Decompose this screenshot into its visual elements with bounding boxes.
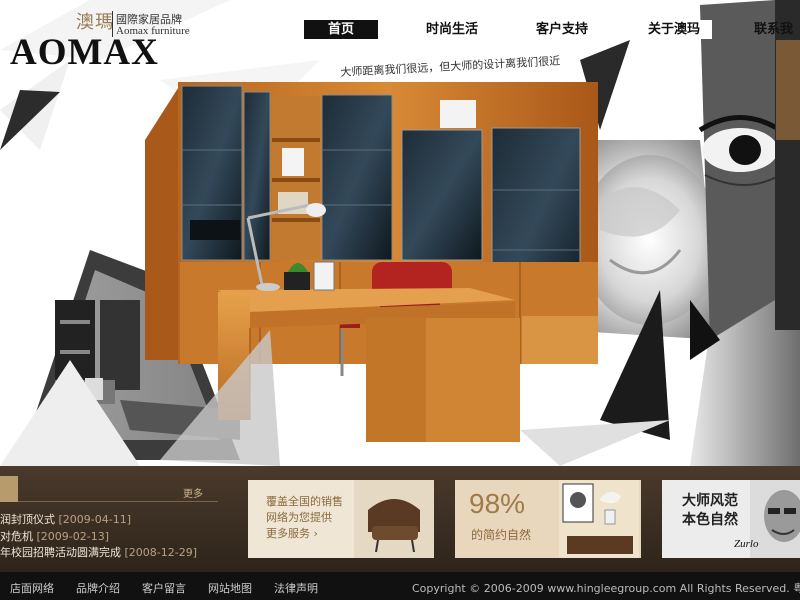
nav-item-label: 首页: [327, 22, 354, 37]
hero-banner: 澳瑪 國際家居品牌 Aomax furniture AOMAX 首页 时尚生活 …: [0, 0, 800, 466]
brand-logo[interactable]: 澳瑪 國際家居品牌 Aomax furniture AOMAX: [10, 8, 195, 73]
promo-service-more: 更多服务: [266, 527, 310, 540]
decor-image: [559, 480, 639, 558]
nav-item-contact[interactable]: 联系我: [744, 20, 800, 39]
promo-simplicity-caption: 的简约自然: [471, 528, 532, 542]
nav-item-label: 客户支持: [535, 22, 588, 37]
promo-service-line3: 更多服务 ›: [266, 526, 343, 542]
bottom-section: 更多 润封顶仪式 [2009-04-11] 对危机 [2009-02-13] 年…: [0, 466, 800, 572]
promo-percent: 98%: [469, 488, 526, 519]
promo-designer[interactable]: 大师风范 本色自然 Zurlo: [662, 480, 800, 558]
news-item[interactable]: 对危机 [2009-02-13]: [0, 529, 240, 546]
nav-item-lifestyle[interactable]: 时尚生活: [410, 20, 494, 39]
news-date: [2009-02-13]: [36, 529, 110, 543]
promo-service-line1: 覆盖全国的销售: [266, 495, 343, 508]
footer-link-feedback[interactable]: 客户留言: [142, 580, 186, 596]
promo-simplicity[interactable]: 98% 的简约自然: [455, 480, 641, 558]
arrow-right-icon: ›: [313, 527, 318, 540]
nav-item-support[interactable]: 客户支持: [520, 20, 604, 39]
news-more-link[interactable]: 更多: [183, 485, 203, 500]
news-title: 年校园招聘活动圆满完成: [0, 546, 121, 559]
promo-designer-line1: 大师风范: [682, 493, 738, 509]
footer-link-sitemap[interactable]: 网站地图: [208, 580, 252, 596]
news-header-bar: [0, 476, 18, 502]
news-item[interactable]: 润封顶仪式 [2009-04-11]: [0, 512, 240, 529]
designer-signature: Zurlo: [734, 538, 759, 550]
nav-item-label: 时尚生活: [425, 22, 478, 37]
news-list: 润封顶仪式 [2009-04-11] 对危机 [2009-02-13] 年校园招…: [0, 512, 240, 562]
footer: 店面网络 品牌介绍 客户留言 网站地图 法律声明 Copyright © 200…: [0, 572, 800, 600]
news-item[interactable]: 年校园招聘活动圆满完成 [2008-12-29]: [0, 545, 240, 562]
news-divider: [18, 501, 218, 502]
news-date: [2008-12-29]: [124, 546, 198, 559]
footer-link-stores[interactable]: 店面网络: [10, 580, 54, 596]
footer-link-legal[interactable]: 法律声明: [274, 580, 318, 596]
logo-wordmark: AOMAX: [10, 32, 159, 73]
armchair-image: [354, 480, 434, 558]
footer-copyright: Copyright © 2006-2009 www.hingleegroup.c…: [412, 582, 800, 595]
nav-item-label: 关于澳玛: [647, 22, 700, 37]
nav-item-about[interactable]: 关于澳玛: [636, 20, 712, 39]
news-date: [2009-04-11]: [58, 513, 132, 526]
footer-link-brand[interactable]: 品牌介绍: [76, 580, 120, 596]
promo-designer-line2: 本色自然: [682, 512, 738, 528]
promo-service-network[interactable]: 覆盖全国的销售 网络为您提供 更多服务 ›: [248, 480, 434, 558]
news-title: 润封顶仪式: [0, 513, 55, 526]
nav-item-label: 联系我: [754, 22, 794, 37]
promo-service-line2: 网络为您提供: [266, 511, 332, 524]
nav-item-home[interactable]: 首页: [304, 20, 378, 39]
news-title: 对危机: [0, 529, 33, 543]
